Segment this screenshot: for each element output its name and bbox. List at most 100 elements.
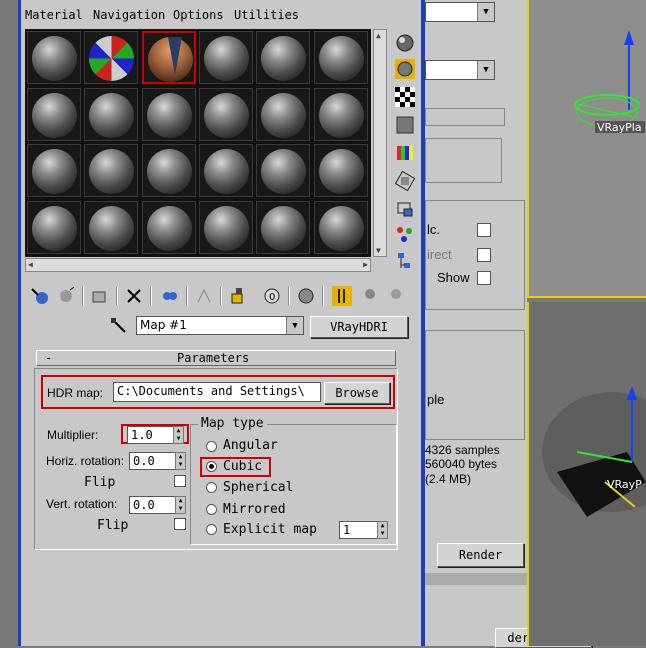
- explicit-map-label: Explicit map: [223, 522, 317, 537]
- material-slot[interactable]: [313, 144, 368, 197]
- pick-icon[interactable]: [332, 286, 352, 306]
- material-sphere: [261, 36, 307, 81]
- material-slot[interactable]: [84, 87, 139, 141]
- material-slot[interactable]: [313, 87, 368, 141]
- show-checkbox[interactable]: [477, 271, 491, 285]
- material-sphere: [32, 36, 77, 81]
- material-slot[interactable]: [198, 87, 253, 141]
- multiplier-label: Multiplier:: [47, 428, 99, 442]
- material-slot[interactable]: [141, 200, 196, 254]
- browse-button[interactable]: Browse: [324, 382, 390, 404]
- explicit-map-channel-spinner[interactable]: 1 ▲ ▼: [339, 521, 388, 539]
- flip-vert-checkbox[interactable]: [174, 518, 186, 530]
- sample-label: ple: [427, 392, 445, 407]
- options-icon[interactable]: [395, 199, 415, 219]
- select-by-material-icon[interactable]: [395, 225, 415, 245]
- material-sphere: [261, 149, 307, 194]
- put-to-scene-icon[interactable]: [56, 286, 76, 306]
- backlight-icon[interactable]: [395, 59, 415, 79]
- radio-explicit-map[interactable]: [206, 524, 217, 535]
- show-end-result-icon[interactable]: [228, 286, 248, 306]
- menu-navigation[interactable]: Navigation: [93, 8, 165, 22]
- map-type-button[interactable]: VRayHDRI: [310, 316, 408, 338]
- map-type-title: Map type: [198, 416, 267, 431]
- eyedropper-icon[interactable]: [110, 317, 130, 335]
- menu-options[interactable]: Options: [173, 8, 224, 22]
- menu-utilities[interactable]: Utilities: [234, 8, 299, 22]
- radio-angular[interactable]: [206, 441, 217, 452]
- spinner-arrows-icon[interactable]: ▲ ▼: [377, 521, 388, 539]
- menu-material[interactable]: Material: [25, 8, 83, 22]
- material-slot[interactable]: [27, 144, 81, 197]
- multiplier-spinner[interactable]: 1.0 ▲ ▼: [127, 426, 184, 444]
- map-name-field[interactable]: Map #1 ▼: [136, 316, 304, 335]
- material-sphere: [203, 92, 249, 138]
- panel-dropdown-2[interactable]: ▼: [425, 60, 495, 80]
- get-material-icon[interactable]: [30, 286, 50, 306]
- radio-spherical[interactable]: [206, 482, 217, 493]
- material-slot[interactable]: [84, 144, 139, 197]
- radio-cubic[interactable]: [206, 461, 217, 472]
- spinner-arrows-icon[interactable]: ▲ ▼: [173, 426, 184, 444]
- calc-checkbox[interactable]: [477, 223, 491, 237]
- material-map-nav-icon[interactable]: [395, 251, 415, 271]
- material-slot[interactable]: [84, 31, 139, 84]
- material-slot[interactable]: [256, 31, 311, 84]
- material-slot-selected[interactable]: [141, 31, 196, 84]
- material-slot[interactable]: [84, 200, 139, 254]
- material-slot[interactable]: [313, 31, 368, 84]
- render-button[interactable]: Render: [437, 543, 524, 567]
- chevron-down-icon[interactable]: ▼: [286, 317, 303, 334]
- viewport-object-label-bottom: VRayP: [607, 478, 642, 491]
- flip-horiz-label: Flip: [84, 475, 116, 490]
- material-slot[interactable]: [27, 200, 81, 254]
- material-slot[interactable]: [198, 144, 253, 197]
- material-sphere: [318, 36, 364, 81]
- spinner-arrows-icon[interactable]: ▲ ▼: [175, 496, 186, 514]
- direct-checkbox[interactable]: [477, 248, 491, 262]
- go-parent-icon[interactable]: 0: [262, 286, 282, 306]
- material-slot[interactable]: [198, 200, 253, 254]
- multiplier-value: 1.0: [131, 428, 153, 442]
- material-slot[interactable]: [256, 87, 311, 141]
- panel-dropdown-top[interactable]: ▼: [425, 2, 495, 22]
- vert-rotation-label: Vert. rotation:: [46, 497, 118, 511]
- material-slot[interactable]: [313, 200, 368, 254]
- delete-icon[interactable]: [124, 286, 144, 306]
- horiz-rotation-spinner[interactable]: 0.0 ▲ ▼: [129, 452, 186, 470]
- viewport-bottom[interactable]: VRayP: [527, 302, 646, 646]
- viewport-object-label-top: VRayPla: [597, 121, 642, 134]
- flip-horiz-checkbox[interactable]: [174, 475, 186, 487]
- calc-label: lc.: [427, 222, 440, 237]
- material-slot[interactable]: [198, 31, 253, 84]
- make-preview-icon[interactable]: [395, 171, 415, 191]
- material-slot[interactable]: [27, 31, 81, 84]
- slot-vertical-scrollbar[interactable]: ▲ ▼: [373, 29, 387, 257]
- show-map-icon[interactable]: [194, 286, 214, 306]
- material-slot[interactable]: [256, 200, 311, 254]
- viewport-top[interactable]: VRayPla: [527, 0, 646, 298]
- put-to-library-icon[interactable]: [90, 286, 110, 306]
- material-slot[interactable]: [141, 87, 196, 141]
- radio-mirrored[interactable]: [206, 504, 217, 515]
- material-effects-icon[interactable]: [360, 286, 380, 306]
- sphere-type-icon[interactable]: [395, 33, 415, 53]
- hdr-path-field[interactable]: C:\Documents and Settings\: [113, 382, 321, 402]
- spinner-arrows-icon[interactable]: ▲ ▼: [175, 452, 186, 470]
- parameters-rollout-header[interactable]: - Parameters: [36, 350, 396, 366]
- video-color-icon[interactable]: [395, 143, 415, 163]
- material-slot[interactable]: [27, 87, 81, 141]
- tiling-icon[interactable]: [395, 115, 415, 135]
- background-icon[interactable]: [395, 87, 415, 107]
- material-sphere: [32, 149, 77, 194]
- material-slot[interactable]: [256, 144, 311, 197]
- vert-rotation-spinner[interactable]: 0.0 ▲ ▼: [129, 496, 186, 514]
- material-sphere: [261, 205, 307, 251]
- material-slot[interactable]: [141, 144, 196, 197]
- map-preview-icon[interactable]: [386, 286, 406, 306]
- slot-horizontal-scrollbar[interactable]: ◀ ▶: [25, 258, 371, 272]
- go-sibling-icon[interactable]: [296, 286, 316, 306]
- make-unique-icon[interactable]: [160, 286, 180, 306]
- rollout-collapse-icon[interactable]: -: [45, 351, 52, 365]
- samples-label: 4326 samples: [425, 443, 500, 457]
